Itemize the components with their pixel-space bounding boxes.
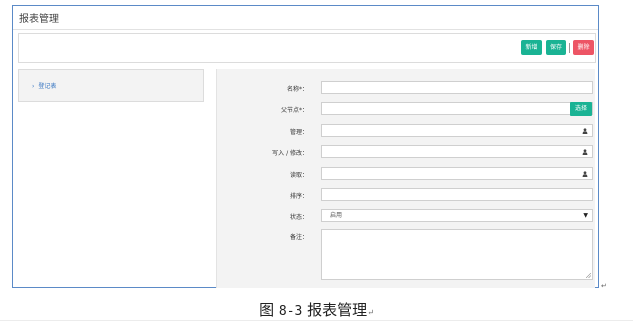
order-field[interactable]	[321, 188, 593, 201]
page-baseline	[0, 320, 633, 321]
new-button[interactable]: 新增	[521, 40, 542, 55]
delete-button[interactable]: 删除	[573, 40, 594, 55]
status-select[interactable]: 启用 ▼	[321, 209, 593, 222]
return-mark-icon: ↵	[601, 282, 607, 290]
read-label: 读取：	[289, 172, 308, 179]
toolbar-divider	[569, 43, 570, 53]
caption-prefix: 图	[259, 301, 275, 319]
caption-number: 8-3	[278, 304, 303, 319]
toolbar: 新增 保存 删除	[18, 33, 596, 63]
write-label: 写入 / 修改：	[272, 150, 308, 157]
page-title: 报表管理	[19, 14, 59, 25]
read-field[interactable]	[321, 167, 593, 180]
parent-label: 父节点*：	[280, 107, 308, 114]
tree-item-label: 登记表	[38, 83, 57, 90]
save-button[interactable]: 保存	[546, 40, 566, 55]
order-label: 排序：	[289, 193, 308, 200]
select-parent-button[interactable]: 选择	[570, 102, 592, 116]
caret-down-icon: ▼	[583, 212, 588, 219]
manage-field[interactable]	[321, 124, 593, 137]
form-panel: 名称*： 父节点*： 选择 管理： 写入 / 修改： 读取： 排序： 状态： 启…	[216, 69, 595, 288]
remark-textarea[interactable]	[321, 229, 593, 280]
manage-label: 管理：	[289, 129, 308, 136]
remark-label: 备注：	[289, 234, 308, 241]
name-field[interactable]	[321, 81, 593, 94]
name-label: 名称*：	[286, 86, 308, 93]
user-icon[interactable]	[582, 171, 588, 177]
chevron-right-icon: ›	[32, 83, 35, 90]
status-value: 启用	[330, 212, 343, 219]
tree-item-register[interactable]: › 登记表	[32, 81, 56, 90]
title-divider	[13, 29, 598, 30]
tree-panel: › 登记表	[18, 69, 204, 102]
window-frame: 报表管理 新增 保存 删除 › 登记表 名称*： 父节点*： 选择 管理： 写入 …	[12, 5, 599, 288]
figure-caption: 图 8-3 报表管理↵	[0, 299, 633, 320]
parent-field[interactable]	[321, 102, 593, 115]
user-icon[interactable]	[582, 149, 588, 155]
user-icon[interactable]	[582, 128, 588, 134]
return-mark-icon: ↵	[367, 308, 374, 317]
write-field[interactable]	[321, 145, 593, 158]
caption-text: 报表管理	[307, 301, 368, 319]
resize-handle-icon[interactable]	[586, 273, 591, 278]
status-label: 状态：	[289, 214, 308, 221]
